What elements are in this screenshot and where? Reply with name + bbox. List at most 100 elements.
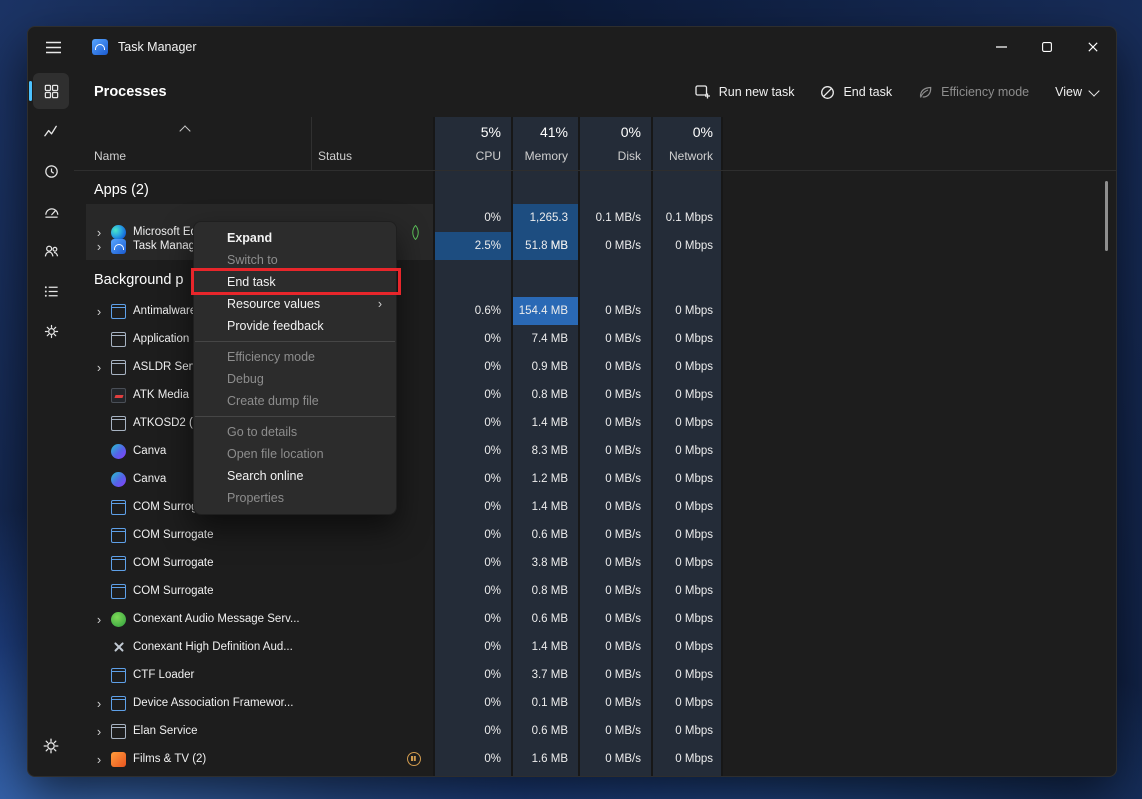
process-name: Elan Service (133, 725, 198, 737)
end-task-button[interactable]: End task (820, 85, 892, 100)
network-cell: 0 Mbps (651, 661, 723, 689)
column-header-status[interactable]: Status (311, 117, 433, 170)
group-header-apps[interactable]: Apps (2) (74, 176, 1116, 204)
table-row[interactable]: Conexant High Definition Aud... 0% 1.4 M… (74, 633, 1116, 661)
process-icon (111, 444, 126, 459)
chevron-right-icon[interactable]: › (94, 612, 104, 627)
name-cell: › Elan Service (86, 717, 311, 745)
memory-cell: 0.6 MB (511, 717, 578, 745)
cpu-cell: 0% (433, 437, 511, 465)
name-cell: › Films & TV (2) (86, 745, 311, 773)
network-cell: 0 Mbps (651, 493, 723, 521)
run-new-task-button[interactable]: Run new task (695, 84, 795, 100)
sidebar-item-processes[interactable] (33, 73, 69, 109)
task-manager-app-icon (92, 39, 108, 55)
table-row[interactable]: › Elan Service 0% 0.6 MB 0 MB/s 0 Mbps (74, 717, 1116, 745)
menu-item-search-online[interactable]: Search online (194, 465, 396, 487)
network-cell: 0 Mbps (651, 409, 723, 437)
chevron-right-icon[interactable]: › (94, 724, 104, 739)
table-row[interactable]: COM Surrogate 0% 3.8 MB 0 MB/s 0 Mbps (74, 549, 1116, 577)
network-cell: 0 Mbps (651, 232, 723, 260)
navigation-menu-button[interactable] (34, 31, 72, 63)
memory-cell: 0.6 MB (511, 521, 578, 549)
table-row[interactable]: › Device Association Framewor... 0% 0.1 … (74, 689, 1116, 717)
menu-item-provide-feedback[interactable]: Provide feedback (194, 315, 396, 337)
context-menu: Expand Switch to End task Resource value… (193, 221, 397, 515)
chevron-right-icon[interactable]: › (94, 752, 104, 767)
status-column-label: Status (318, 149, 352, 163)
process-name: Canva (133, 473, 166, 485)
column-header-network[interactable]: 0% Network (651, 117, 723, 170)
memory-cell: 7.4 MB (511, 325, 578, 353)
cpu-cell: 0% (433, 633, 511, 661)
column-header-memory[interactable]: 41% Memory (511, 117, 578, 170)
cpu-cell: 0% (433, 465, 511, 493)
disk-cell: 0 MB/s (578, 325, 651, 353)
maximize-button[interactable] (1024, 27, 1070, 67)
sidebar-item-app-history[interactable] (33, 153, 69, 189)
task-manager-window: Task Manager (27, 26, 1117, 777)
column-header-disk[interactable]: 0% Disk (578, 117, 651, 170)
column-header-cpu[interactable]: 5% CPU (433, 117, 511, 170)
maximize-icon (1042, 42, 1052, 52)
sidebar-item-users[interactable] (33, 233, 69, 269)
cpu-total-usage: 5% (481, 124, 501, 140)
chevron-right-icon[interactable]: › (94, 304, 104, 319)
menu-item-resource-values[interactable]: Resource values › (194, 293, 396, 315)
table-row[interactable]: COM Surrogate 0% 0.8 MB 0 MB/s 0 Mbps (74, 577, 1116, 605)
cpu-cell: 0% (433, 745, 511, 773)
view-dropdown[interactable]: View (1055, 85, 1098, 99)
table-row[interactable]: › Films & TV (2) 0% 1.6 MB 0 MB/s 0 Mbps (74, 745, 1116, 773)
table-row[interactable]: CTF Loader 0% 3.7 MB 0 MB/s 0 Mbps (74, 661, 1116, 689)
network-cell: 0 Mbps (651, 689, 723, 717)
menu-item-properties: Properties (194, 487, 396, 509)
status-cell (311, 549, 433, 577)
memory-cell: 3.7 MB (511, 661, 578, 689)
sidebar-item-services[interactable] (33, 313, 69, 349)
run-new-task-icon (695, 84, 711, 100)
table-row[interactable]: COM Surrogate 0% 0.6 MB 0 MB/s 0 Mbps (74, 521, 1116, 549)
menu-item-expand[interactable]: Expand (194, 227, 396, 249)
disk-cell: 0 MB/s (578, 381, 651, 409)
table-row[interactable]: › Conexant Audio Message Serv... 0% 0.6 … (74, 605, 1116, 633)
minimize-button[interactable] (978, 27, 1024, 67)
column-header-name[interactable]: Name (86, 117, 311, 170)
memory-cell: 8.3 MB (511, 437, 578, 465)
sidebar-item-settings[interactable] (33, 728, 69, 764)
status-cell (311, 689, 433, 717)
chevron-right-icon[interactable]: › (94, 696, 104, 711)
chevron-right-icon[interactable]: › (94, 239, 104, 254)
sidebar-item-startup-apps[interactable] (33, 193, 69, 229)
history-clock-icon (43, 163, 60, 180)
table-header: Name Status 5% CPU 41% Memory 0% (74, 117, 1116, 171)
disk-cell: 0 MB/s (578, 577, 651, 605)
process-icon (111, 668, 126, 683)
sidebar-item-performance[interactable] (33, 113, 69, 149)
close-button[interactable] (1070, 27, 1116, 67)
network-cell: 0 Mbps (651, 437, 723, 465)
vertical-scrollbar-thumb[interactable] (1105, 181, 1108, 251)
process-icon (111, 640, 126, 655)
sidebar-item-details[interactable] (33, 273, 69, 309)
run-new-task-label: Run new task (719, 85, 795, 99)
menu-item-end-task[interactable]: End task (194, 271, 396, 293)
chevron-right-icon[interactable]: › (94, 360, 104, 375)
memory-cell: 0.8 MB (511, 381, 578, 409)
cpu-cell: 0% (433, 409, 511, 437)
status-cell (311, 745, 433, 773)
status-cell (311, 577, 433, 605)
disk-cell: 0 MB/s (578, 633, 651, 661)
network-cell: 0 Mbps (651, 633, 723, 661)
disk-cell: 0 MB/s (578, 605, 651, 633)
memory-cell: 3.8 MB (511, 549, 578, 577)
menu-separator (195, 416, 395, 417)
network-cell: 0 Mbps (651, 353, 723, 381)
process-icon (111, 239, 126, 254)
disk-cell: 0 MB/s (578, 465, 651, 493)
network-cell: 0 Mbps (651, 381, 723, 409)
network-cell: 0 Mbps (651, 465, 723, 493)
cpu-cell: 0% (433, 605, 511, 633)
menu-item-efficiency-mode: Efficiency mode (194, 346, 396, 368)
network-cell: 0 Mbps (651, 297, 723, 325)
end-task-icon (820, 85, 835, 100)
